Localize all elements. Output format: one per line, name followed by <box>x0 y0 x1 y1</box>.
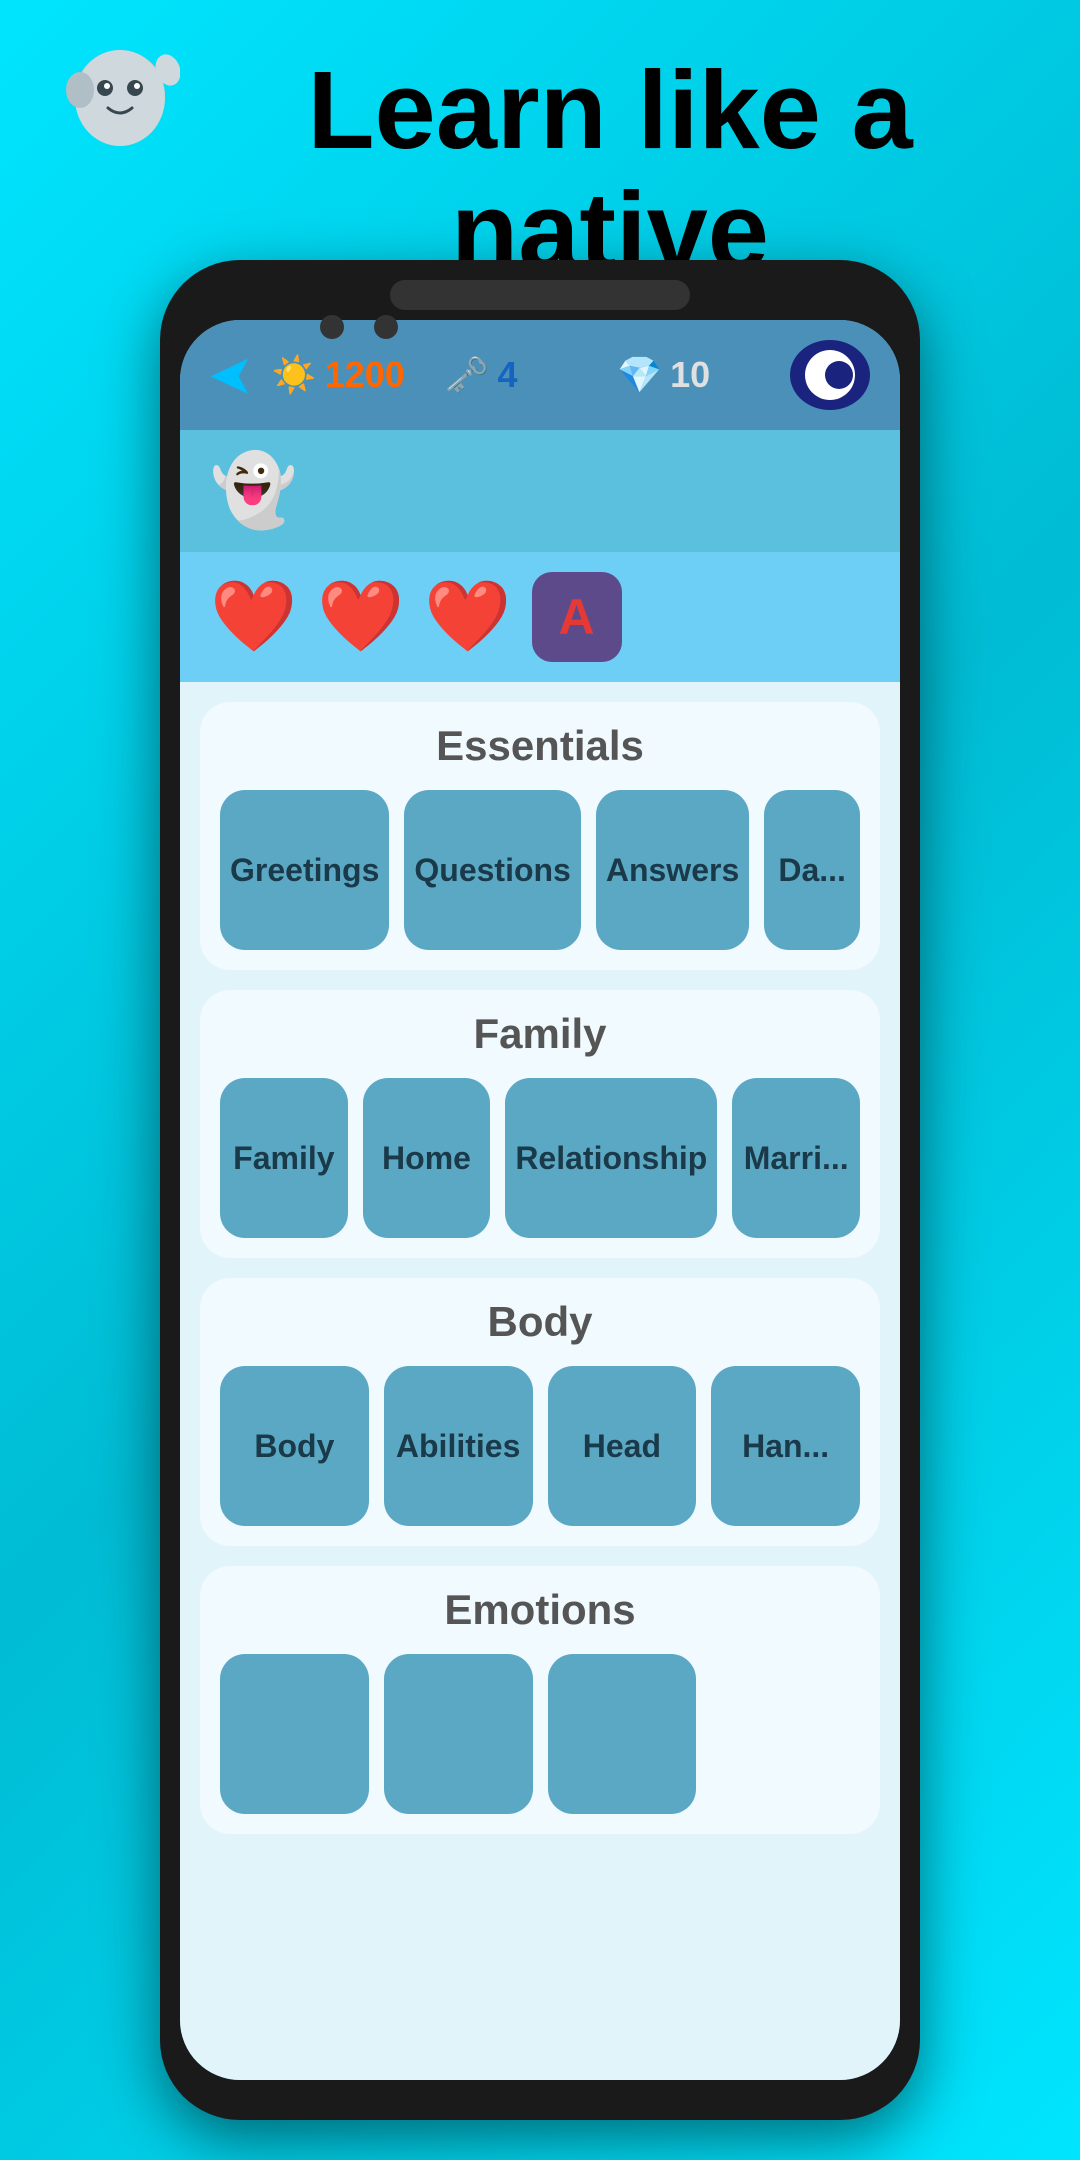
card-marriage[interactable]: Marri... <box>732 1078 860 1238</box>
mascot-top <box>60 40 180 160</box>
card-relationship[interactable]: Relationship <box>505 1078 717 1238</box>
camera-right <box>374 315 398 339</box>
eye-white <box>805 350 855 400</box>
phone-cameras <box>320 315 398 339</box>
back-arrow-icon[interactable]: ➤ <box>210 346 252 404</box>
emotions-title: Emotions <box>220 1586 860 1634</box>
letter-badge-text: A <box>558 588 594 646</box>
page-title: Learn like a native <box>200 40 1020 292</box>
energy-stat: ☀️ 1200 <box>272 354 425 396</box>
card-greetings[interactable]: Greetings <box>220 790 389 950</box>
heart-3: ❤️ <box>424 576 511 658</box>
heart-2: ❤️ <box>317 576 404 658</box>
body-section: Body Body Abilities Head Han... <box>200 1278 880 1546</box>
card-emotion-2[interactable] <box>384 1654 533 1814</box>
card-family[interactable]: Family <box>220 1078 348 1238</box>
phone-screen: ➤ ☀️ 1200 🗝️ 4 💎 10 👻 <box>180 320 900 2080</box>
phone-frame: ➤ ☀️ 1200 🗝️ 4 💎 10 👻 <box>160 260 920 2120</box>
avatar-eye[interactable] <box>790 340 870 410</box>
emotions-grid <box>220 1654 860 1814</box>
emotions-section: Emotions <box>200 1566 880 1834</box>
energy-value: 1200 <box>325 354 405 396</box>
lives-bar: ❤️ ❤️ ❤️ A <box>180 552 900 682</box>
gems-value: 10 <box>670 354 710 396</box>
card-head[interactable]: Head <box>548 1366 697 1526</box>
family-section: Family Family Home Relationship Marri... <box>200 990 880 1258</box>
card-body[interactable]: Body <box>220 1366 369 1526</box>
gems-stat: 💎 10 <box>617 354 770 396</box>
card-questions[interactable]: Questions <box>404 790 580 950</box>
body-title: Body <box>220 1298 860 1346</box>
card-home[interactable]: Home <box>363 1078 491 1238</box>
camera-left <box>320 315 344 339</box>
scroll-content[interactable]: Essentials Greetings Questions Answers D… <box>180 682 900 2080</box>
cloud-mascot-icon: 👻 <box>210 450 297 532</box>
family-title: Family <box>220 1010 860 1058</box>
mascot-bar: 👻 <box>180 430 900 552</box>
phone-notch <box>390 280 690 310</box>
family-grid: Family Home Relationship Marri... <box>220 1078 860 1238</box>
card-hands[interactable]: Han... <box>711 1366 860 1526</box>
essentials-grid: Greetings Questions Answers Da... <box>220 790 860 950</box>
essentials-section: Essentials Greetings Questions Answers D… <box>200 702 880 970</box>
card-answers[interactable]: Answers <box>596 790 749 950</box>
app-header: ➤ ☀️ 1200 🗝️ 4 💎 10 <box>180 320 900 430</box>
card-days[interactable]: Da... <box>764 790 860 950</box>
card-emotion-1[interactable] <box>220 1654 369 1814</box>
key-icon: 🗝️ <box>445 354 490 396</box>
eye-pupil <box>825 361 853 389</box>
energy-icon: ☀️ <box>272 354 317 396</box>
letter-badge[interactable]: A <box>532 572 622 662</box>
keys-value: 4 <box>497 354 517 396</box>
keys-stat: 🗝️ 4 <box>445 354 598 396</box>
card-abilities[interactable]: Abilities <box>384 1366 533 1526</box>
body-grid: Body Abilities Head Han... <box>220 1366 860 1526</box>
essentials-title: Essentials <box>220 722 860 770</box>
heart-1: ❤️ <box>210 576 297 658</box>
card-emotion-3[interactable] <box>548 1654 697 1814</box>
gem-icon: 💎 <box>617 354 662 396</box>
